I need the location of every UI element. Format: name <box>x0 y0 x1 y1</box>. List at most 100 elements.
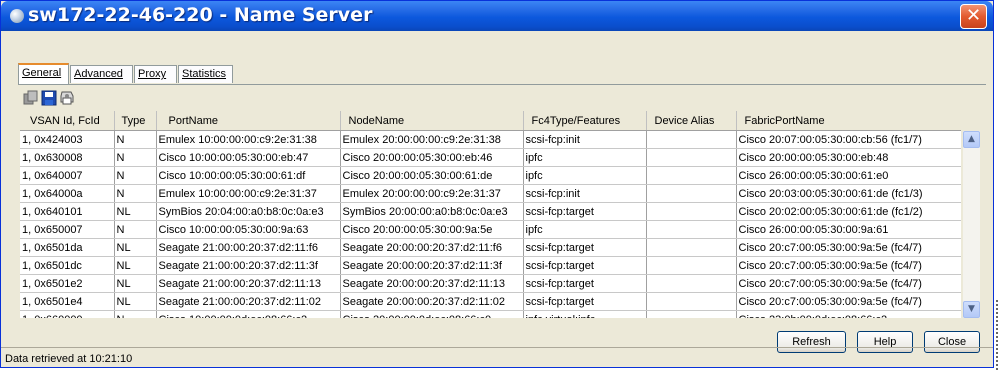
cell-fabric-portname: Cisco 20:07:00:05:30:00:cb:56 (fc1/7) <box>736 130 961 149</box>
cell-vsan-fcid: 1, 0x6501e4 <box>20 292 115 311</box>
cell-fabric-portname: Cisco 20:00:00:05:30:00:eb:48 <box>736 148 961 167</box>
cell-device-alias <box>646 292 737 311</box>
cell-fc4type: scsi-fcp:target <box>523 292 647 311</box>
cell-vsan-fcid: 1, 0x6501e2 <box>20 274 115 293</box>
copy-icon[interactable] <box>23 90 39 106</box>
print-icon[interactable] <box>59 90 75 106</box>
cell-type: N <box>114 220 157 239</box>
cell-nodename: Seagate 20:00:00:20:37:d2:11:13 <box>340 274 524 293</box>
cell-vsan-fcid: 1, 0x640007 <box>20 166 115 185</box>
cell-fc4type: scsi-fcp:target <box>523 202 647 221</box>
cell-device-alias <box>646 184 737 203</box>
cell-fc4type: ipfc <box>523 220 647 239</box>
column-header-portname[interactable]: PortName <box>156 111 341 131</box>
cell-nodename: Emulex 20:00:00:00:c9:2e:31:38 <box>340 130 524 149</box>
name-server-table: VSAN Id, FcId Type PortName NodeName Fc4… <box>20 111 961 318</box>
tab-advanced[interactable]: Advanced <box>70 65 133 83</box>
close-button[interactable]: Close <box>924 331 980 353</box>
cell-portname: Cisco 10:00:00:05:30:00:61:df <box>156 166 341 185</box>
cell-vsan-fcid: 1, 0x640101 <box>20 202 115 221</box>
cell-device-alias <box>646 148 737 167</box>
cell-vsan-fcid: 1, 0x6501da <box>20 238 115 257</box>
cell-portname: SymBios 20:04:00:a0:b8:0c:0a:e3 <box>156 202 341 221</box>
cell-type: NL <box>114 274 157 293</box>
table-row[interactable]: 1, 0x630008 N Cisco 10:00:00:05:30:00:eb:4… <box>20 148 961 167</box>
cell-nodename: Seagate 20:00:00:20:37:d2:11:02 <box>340 292 524 311</box>
cell-fc4type: ipfc <box>523 166 647 185</box>
cell-fc4type: scsi-fcp:target <box>523 238 647 257</box>
cell-portname: Seagate 21:00:00:20:37:d2:11:02 <box>156 292 341 311</box>
title-bar[interactable]: sw172-22-46-220 - Name Server ✕ <box>1 1 993 31</box>
cell-fabric-portname: Cisco 20:02:00:05:30:00:61:de (fc1/2) <box>736 202 961 221</box>
cell-portname: Emulex 10:00:00:00:c9:2e:31:38 <box>156 130 341 149</box>
status-text: Data retrieved at 10:21:10 <box>5 353 133 365</box>
name-server-window: sw172-22-46-220 - Name Server ✕ General … <box>0 0 994 368</box>
tab-proxy[interactable]: Proxy <box>134 65 177 83</box>
cell-type: NL <box>114 292 157 311</box>
table-row[interactable]: 1, 0x424003 N Emulex 10:00:00:00:c9:2e:31:… <box>20 130 961 149</box>
cell-vsan-fcid: 1, 0x660000 <box>20 310 115 318</box>
cell-type: N <box>114 310 157 318</box>
cell-fc4type: scsi-fcp:target <box>523 274 647 293</box>
cell-fabric-portname: Cisco 20:c7:00:05:30:00:9a:5e (fc4/7) <box>736 292 961 311</box>
help-button[interactable]: Help <box>857 331 913 353</box>
column-header-fc4type[interactable]: Fc4Type/Features <box>523 111 647 131</box>
cell-fabric-portname: Cisco 20:c7:00:05:30:00:9a:5e (fc4/7) <box>736 256 961 275</box>
cell-nodename: Seagate 20:00:00:20:37:d2:11:3f <box>340 256 524 275</box>
cell-fabric-portname: Cisco 20:c7:00:05:30:00:9a:5e (fc4/7) <box>736 238 961 257</box>
cell-type: N <box>114 184 157 203</box>
cell-vsan-fcid: 1, 0x6501dc <box>20 256 115 275</box>
close-window-button[interactable]: ✕ <box>960 4 987 29</box>
cell-device-alias <box>646 274 737 293</box>
table-row[interactable]: 1, 0x64000a N Emulex 10:00:00:00:c9:2e:31:… <box>20 184 961 203</box>
status-divider <box>1 347 993 348</box>
scroll-down-icon[interactable]: ▼ <box>963 301 980 318</box>
cell-fc4type: scsi-fcp:target <box>523 256 647 275</box>
cell-nodename: SymBios 20:00:00:a0:b8:0c:0a:e3 <box>340 202 524 221</box>
column-header-vsan-fcid[interactable]: VSAN Id, FcId <box>20 111 115 131</box>
cell-portname: Seagate 21:00:00:20:37:d2:11:13 <box>156 274 341 293</box>
cell-fc4type: ipfc,virtual:ipfc <box>523 310 647 318</box>
cell-vsan-fcid: 1, 0x630008 <box>20 148 115 167</box>
table-row[interactable]: 1, 0x6501e4 NL Seagate 21:00:00:20:37:d2:1… <box>20 292 961 311</box>
column-header-nodename[interactable]: NodeName <box>340 111 524 131</box>
scroll-up-icon[interactable]: ▲ <box>963 131 980 148</box>
cell-nodename: Cisco 20:00:00:05:30:00:61:de <box>340 166 524 185</box>
column-header-type[interactable]: Type <box>114 111 157 131</box>
cell-type: NL <box>114 256 157 275</box>
cell-device-alias <box>646 220 737 239</box>
table-row[interactable]: 1, 0x640007 N Cisco 10:00:00:05:30:00:61:d… <box>20 166 961 185</box>
cell-type: N <box>114 130 157 149</box>
cell-device-alias <box>646 166 737 185</box>
cell-vsan-fcid: 1, 0x64000a <box>20 184 115 203</box>
column-header-device-alias[interactable]: Device Alias <box>646 111 737 131</box>
table-row[interactable]: 1, 0x660000NCisco 10:00:00:0d:ec:08:66:c… <box>20 310 961 318</box>
cell-type: N <box>114 166 157 185</box>
cell-fabric-portname: Cisco 26:00:00:05:30:00:61:e0 <box>736 166 961 185</box>
window-title: sw172-22-46-220 - Name Server <box>28 4 373 26</box>
table-row[interactable]: 1, 0x640101 NL SymBios 20:04:00:a0:b8:0c:0… <box>20 202 961 221</box>
refresh-button[interactable]: Refresh <box>777 331 846 353</box>
table-row[interactable]: 1, 0x6501dc NL Seagate 21:00:00:20:37:d2:1… <box>20 256 961 275</box>
cell-device-alias <box>646 256 737 275</box>
cell-device-alias <box>646 310 737 318</box>
scrollbar-track[interactable] <box>963 149 980 299</box>
cell-nodename: Cisco 20:00:00:05:30:00:9a:5e <box>340 220 524 239</box>
vertical-scrollbar[interactable]: ▲ ▼ <box>963 131 980 318</box>
save-icon[interactable] <box>41 90 57 106</box>
cell-nodename: Seagate 20:00:00:20:37:d2:11:f6 <box>340 238 524 257</box>
dotted-edge <box>996 300 998 370</box>
cell-portname: Cisco 10:00:00:0d:ec:08:66:c2 <box>156 310 341 318</box>
cell-nodename: Cisco 20:00:00:0d:ec:08:66:c0 <box>340 310 524 318</box>
table-row[interactable]: 1, 0x650007 N Cisco 10:00:00:05:30:00:9a:6… <box>20 220 961 239</box>
tab-general[interactable]: General <box>18 63 69 84</box>
cell-fabric-portname: Cisco 20:c7:00:05:30:00:9a:5e (fc4/7) <box>736 274 961 293</box>
tab-statistics[interactable]: Statistics <box>178 65 233 83</box>
cell-type: NL <box>114 238 157 257</box>
column-header-fabric-portname[interactable]: FabricPortName <box>736 111 961 131</box>
table-row[interactable]: 1, 0x6501e2 NL Seagate 21:00:00:20:37:d2:1… <box>20 274 961 293</box>
table-header-row: VSAN Id, FcId Type PortName NodeName Fc4… <box>20 111 961 131</box>
table-row[interactable]: 1, 0x6501da NL Seagate 21:00:00:20:37:d2:1… <box>20 238 961 257</box>
cell-fc4type: ipfc <box>523 148 647 167</box>
cell-portname: Emulex 10:00:00:00:c9:2e:31:37 <box>156 184 341 203</box>
